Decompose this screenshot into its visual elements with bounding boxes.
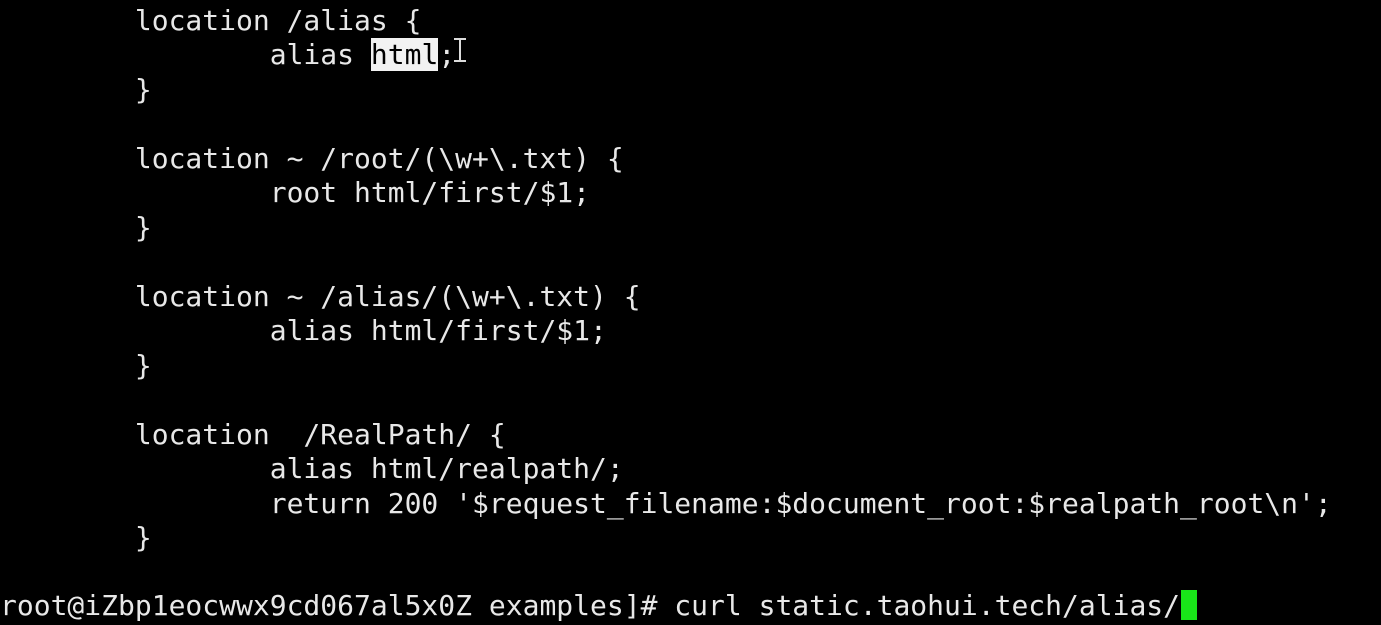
code-line-16: }	[0, 521, 152, 554]
command-line[interactable]: root@iZbp1eocwwx9cd067al5x0Z examples]# …	[0, 589, 1198, 623]
code-line-2: alias html;	[0, 38, 455, 72]
code-line-15: return 200 '$request_filename:$document_…	[0, 487, 1332, 520]
command-input[interactable]: curl static.taohui.tech/alias/	[674, 589, 1180, 622]
selected-text[interactable]: html	[370, 38, 439, 71]
shell-prompt: root@iZbp1eocwwx9cd067al5x0Z examples]#	[0, 589, 675, 622]
code-line-7: }	[0, 211, 152, 244]
code-line-1: location /alias {	[0, 4, 422, 37]
code-line-10: alias html/first/$1;	[0, 314, 607, 347]
code-line-2-prefix: alias	[0, 38, 371, 71]
terminal-window[interactable]: location /alias { alias html; } location…	[0, 0, 1381, 625]
code-line-11: }	[0, 349, 152, 382]
code-line-13: location /RealPath/ {	[0, 418, 506, 451]
code-line-14: alias html/realpath/;	[0, 452, 624, 485]
code-line-9: location ~ /alias/(\w+\.txt) {	[0, 280, 641, 313]
code-line-5: location ~ /root/(\w+\.txt) {	[0, 142, 624, 175]
code-line-6: root html/first/$1;	[0, 176, 591, 209]
code-line-3: }	[0, 73, 152, 106]
text-ibeam-cursor-icon	[453, 38, 467, 62]
text-cursor-block	[1181, 590, 1198, 620]
